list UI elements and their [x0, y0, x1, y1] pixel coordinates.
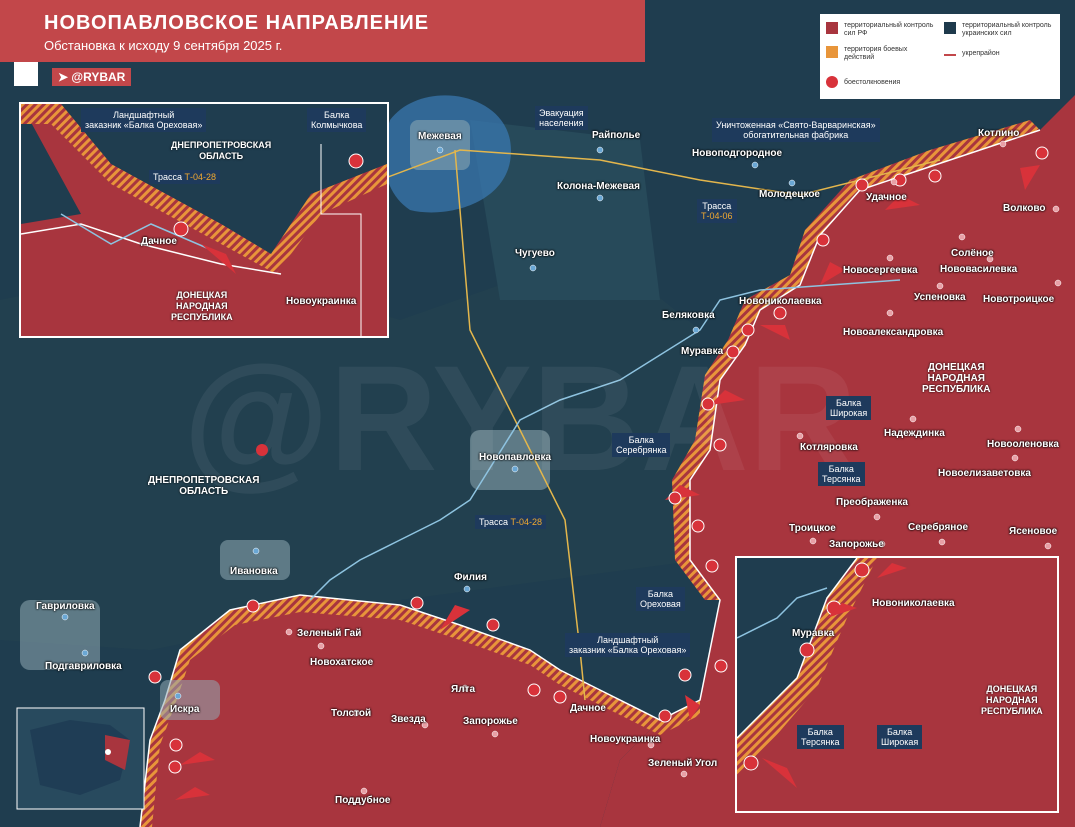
town-zvezda: Звезда [391, 714, 426, 725]
callout-balka-serebryanka: Балка Серебрянка [612, 433, 671, 457]
callout-balka-tersyanka: Балка Терсянка [818, 462, 865, 486]
town-novokhatskoe: Новохатское [310, 657, 374, 668]
town-novoaleksandrovka: Новоалександровка [843, 327, 944, 338]
callout-balka-orekhovaya: Балка Ореховая [636, 587, 685, 611]
svg-text:@RYBAR: @RYBAR [183, 334, 857, 502]
town-zeleny-gai: Зеленый Гай [297, 628, 362, 639]
inset-muravka[interactable]: Новониколаевка Муравка ДОНЕЦКАЯ НАРОДНАЯ… [735, 556, 1059, 813]
region-dnepr: ДНЕПРОПЕТРОВСКАЯ ОБЛАСТЬ [148, 475, 260, 497]
town-kotlino: Котлино [978, 128, 1020, 139]
inset2-balka-tersyanka: Балка Терсянка [797, 725, 844, 749]
town-chuguevo: Чугуево [515, 248, 555, 259]
inset1-balka-kolmychkova: Балка Колмычкова [307, 108, 367, 132]
town-kolona: Колона-Межевая [557, 181, 640, 192]
legend-rf-label: территориальный контроль сил РФ [844, 22, 934, 37]
inset2-balka-shirokaya: Балка Широкая [877, 725, 923, 749]
route-t0406-prefix: Трасса [702, 201, 732, 211]
route-t0428-prefix: Трасса [479, 517, 509, 527]
callout-evacuation: Эвакуация населения [535, 106, 588, 130]
town-uspenovka: Успеновка [914, 292, 966, 303]
town-novotroitskoe: Новотроицкое [983, 294, 1055, 305]
inset1-reserve: Ландшафтный заказник «Балка Ореховая» [81, 108, 207, 132]
town-preobrazhenka: Преображенка [836, 497, 908, 508]
town-podgavrilovka: Подгавриловка [45, 661, 122, 672]
brand-label: @RYBAR [71, 70, 126, 84]
legend-combat-swatch [826, 46, 838, 58]
inset1-route-t0428: Трасса Т-04-28 [149, 170, 221, 184]
town-novoelizavetovka: Новоелизаветовка [938, 468, 1031, 479]
town-novovasilevka: Нововасилевка [940, 264, 1018, 275]
inset1-region-dnepr: ДНЕПРОПЕТРОВСКАЯ ОБЛАСТЬ [171, 140, 272, 161]
town-belyakovka: Беляковка [662, 310, 715, 321]
town-iskra: Искра [170, 704, 200, 715]
town-filiya: Филия [454, 572, 488, 583]
legend-fortified-swatch [944, 54, 956, 56]
legend-combat-label: территория боевых действий [844, 46, 908, 61]
qr-code-icon[interactable] [14, 62, 38, 86]
town-gavrilovka: Гавриловка [36, 601, 95, 612]
town-novoolenovka: Новооленовка [987, 439, 1059, 450]
inset1-region-dnr: ДОНЕЦКАЯ НАРОДНАЯ РЕСПУБЛИКА [171, 290, 233, 322]
route-t0406-code: Т-04-06 [701, 211, 733, 221]
town-ivanovka: Ивановка [230, 566, 278, 577]
callout-reserve: Ландшафтный заказник «Балка Ореховая» [565, 633, 691, 657]
town-kotlyarovka: Котляровка [800, 442, 858, 453]
inset1-route-code: Т-04-28 [184, 172, 217, 182]
town-troitskoe: Троицкое [789, 523, 836, 534]
town-solenoe: Солёное [951, 248, 994, 259]
town-zeleny-ugol: Зеленый Угол [648, 758, 718, 769]
page-subtitle: Обстановка к исходу 9 сентября 2025 г. [44, 38, 283, 53]
town-novopodgorodnoe: Новоподгородное [692, 148, 783, 159]
town-raipolye: Райполье [592, 130, 641, 141]
callout-factory: Уничтоженная «Свято-Варваринская» обогат… [712, 118, 880, 142]
town-tolstoi: Толстой [331, 708, 372, 719]
locator-minimap [16, 707, 145, 810]
legend-fortified-label: укрепрайон [962, 50, 1000, 57]
inset1-route-prefix: Трасса [153, 172, 183, 182]
callout-route-t0428: Трасса Т-04-28 [475, 515, 547, 529]
header-banner: НОВОПАВЛОВСКОЕ НАПРАВЛЕНИЕ Обстановка к … [0, 0, 645, 62]
inset2-town-novonikolaevka: Новониколаевка [872, 598, 955, 609]
inset1-town-novoukrainka: Новоукраинка [286, 296, 357, 307]
inset1-town-dachnoe: Дачное [141, 236, 177, 247]
legend-ua-swatch [944, 22, 956, 34]
brand-tag[interactable]: ➤ @RYBAR [52, 68, 132, 86]
town-zaporozhe-east: Запорожье [829, 539, 884, 550]
callout-route-t0406: Трасса Т-04-06 [697, 199, 737, 223]
inset-novoukrainka[interactable]: Ландшафтный заказник «Балка Ореховая» Ба… [19, 102, 389, 338]
clash-icon [826, 76, 838, 88]
town-serebryanoe: Серебряное [908, 522, 969, 533]
town-novopavlovka: Новопавловка [479, 452, 552, 463]
page-title: НОВОПАВЛОВСКОЕ НАПРАВЛЕНИЕ [44, 12, 430, 34]
town-novosergeevka: Новосергеевка [843, 265, 918, 276]
town-yalta: Ялта [451, 684, 475, 695]
town-novonikolaevka: Новониколаевка [739, 296, 822, 307]
town-volkovo: Волково [1003, 203, 1046, 214]
district-marker [256, 444, 268, 456]
town-udachnoe: Удачное [866, 192, 907, 203]
town-muravka: Муравка [681, 346, 724, 357]
town-zaporozhe-south: Запорожье [463, 716, 518, 727]
town-poddubnoe: Поддубное [335, 795, 391, 806]
town-nadezhdinka: Надеждинка [884, 428, 945, 439]
legend-clashes-label: боестолкновения [844, 79, 901, 86]
town-novoukrainka: Новоукраинка [590, 734, 661, 745]
town-molodetskoe: Молодецкое [759, 189, 820, 200]
callout-balka-shirokaya: Балка Широкая [826, 396, 872, 420]
town-dachnoe: Дачное [570, 703, 606, 714]
town-mezhevaya: Межевая [418, 131, 462, 142]
town-yasenovoe: Ясеновое [1009, 526, 1058, 537]
legend-rf-swatch [826, 22, 838, 34]
legend-ua-label: территориальный контроль украинских сил [962, 22, 1052, 37]
route-t0428-code: Т-04-28 [510, 517, 543, 527]
inset2-region-dnr: ДОНЕЦКАЯ НАРОДНАЯ РЕСПУБЛИКА [981, 684, 1043, 716]
inset2-town-muravka: Муравка [792, 628, 835, 639]
map-legend: территориальный контроль сил РФ территор… [820, 14, 1060, 99]
region-dnr: ДОНЕЦКАЯ НАРОДНАЯ РЕСПУБЛИКА [922, 362, 991, 395]
telegram-icon: ➤ [58, 70, 72, 84]
